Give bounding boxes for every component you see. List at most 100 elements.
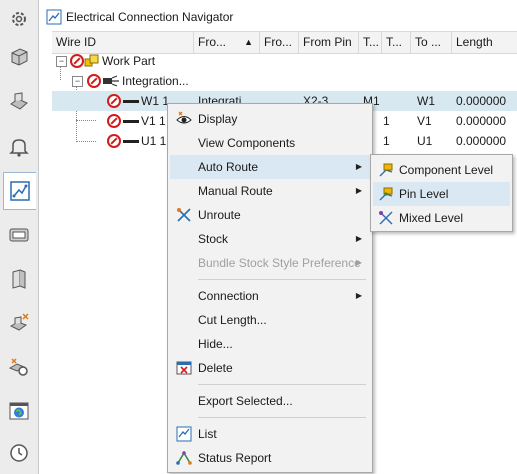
menu-item-connection[interactable]: Connection ▶ xyxy=(170,284,370,308)
resource-bar xyxy=(0,0,39,474)
menu-item-display[interactable]: Display xyxy=(170,107,370,131)
submenu-item-label: Pin Level xyxy=(399,187,449,201)
menu-item-delete[interactable]: Delete xyxy=(170,356,370,380)
no-entry-status-icon xyxy=(107,134,121,148)
to-pin-cell: W1 xyxy=(417,94,435,108)
books-icon[interactable] xyxy=(6,266,32,292)
menu-item-auto-route[interactable]: Auto Route ▶ xyxy=(170,155,370,179)
wire-icon xyxy=(123,100,139,103)
menu-item-label: Unroute xyxy=(198,208,241,222)
column-header-wire-id[interactable]: Wire ID xyxy=(52,32,194,53)
inspect-part-icon[interactable] xyxy=(6,354,32,380)
no-entry-status-icon xyxy=(70,54,84,68)
to-type-cell: 1 xyxy=(383,134,390,148)
menu-item-label: Hide... xyxy=(198,337,233,351)
list-icon xyxy=(176,426,192,442)
context-menu: Display View Components Auto Route ▶ Man… xyxy=(167,103,373,473)
menu-item-status-report[interactable]: Status Report xyxy=(170,446,370,470)
submenu-item-mixed-level[interactable]: Mixed Level xyxy=(373,206,510,230)
menu-separator xyxy=(198,384,366,385)
menu-separator xyxy=(198,279,366,280)
settings-gear-icon[interactable] xyxy=(6,6,32,32)
menu-item-bundle-stock-style-preference: Bundle Stock Style Preference ▶ xyxy=(170,251,370,275)
menu-item-view-components[interactable]: View Components xyxy=(170,131,370,155)
menu-item-hide[interactable]: Hide... xyxy=(170,332,370,356)
status-report-icon xyxy=(176,450,192,466)
column-header-to-component[interactable]: T... xyxy=(382,32,411,53)
menu-item-unroute[interactable]: Unroute xyxy=(170,203,370,227)
component-level-icon xyxy=(378,162,394,178)
menu-item-label: Display xyxy=(198,112,238,126)
wire-id-cell: U1 1 xyxy=(141,134,167,148)
menu-item-label: Export Selected... xyxy=(198,394,293,408)
column-header-from-component-label: Fro... xyxy=(198,35,227,49)
mixed-level-icon xyxy=(378,210,394,226)
bell-icon[interactable] xyxy=(6,134,32,160)
no-entry-status-icon xyxy=(87,74,101,88)
menu-item-label: List xyxy=(198,427,217,441)
web-browser-icon[interactable] xyxy=(6,398,32,424)
menu-item-list[interactable]: List xyxy=(170,422,370,446)
wire-icon xyxy=(123,120,139,123)
component-routing-icon[interactable] xyxy=(6,310,32,336)
navigator-titlebar: Electrical Connection Navigator xyxy=(40,6,517,28)
column-header-to-type[interactable]: T... xyxy=(359,32,382,53)
wire-id-cell: V1 1 xyxy=(141,114,166,128)
clock-history-icon[interactable] xyxy=(6,440,32,466)
eye-icon xyxy=(176,111,192,127)
harness-icon xyxy=(102,74,120,91)
unroute-icon xyxy=(176,207,192,223)
column-header-from-type[interactable]: Fro... xyxy=(260,32,299,53)
connector-icon[interactable] xyxy=(6,222,32,248)
to-pin-cell: V1 xyxy=(417,114,432,128)
submenu-item-label: Component Level xyxy=(399,163,494,177)
navigator-title: Electrical Connection Navigator xyxy=(66,10,234,24)
menu-item-label: Auto Route xyxy=(198,160,259,174)
submenu-arrow-icon: ▶ xyxy=(355,258,362,267)
submenu-item-component-level[interactable]: Component Level xyxy=(373,158,510,182)
assembly-icon xyxy=(84,53,100,72)
tree-node-integration[interactable]: − Integration... xyxy=(52,71,517,91)
submenu-arrow-icon: ▶ xyxy=(355,291,362,300)
submenu-arrow-icon: ▶ xyxy=(355,234,362,243)
column-header-length[interactable]: Length xyxy=(452,32,517,53)
assembly-navigator-icon[interactable] xyxy=(6,44,32,70)
part-navigator-icon[interactable] xyxy=(6,88,32,114)
column-header-from-pin[interactable]: From Pin xyxy=(299,32,359,53)
menu-item-label: Delete xyxy=(198,361,233,375)
menu-item-label: Cut Length... xyxy=(198,313,267,327)
to-type-cell: 1 xyxy=(383,114,390,128)
length-cell: 0.000000 xyxy=(456,114,507,128)
tree-node-label: Work Part xyxy=(102,54,156,68)
wire-id-cell: W1 1 xyxy=(141,94,170,108)
collapse-toggle[interactable]: − xyxy=(72,76,83,87)
pin-level-icon xyxy=(378,186,394,202)
menu-separator xyxy=(198,417,366,418)
menu-item-label: Stock xyxy=(198,232,229,246)
submenu-arrow-icon: ▶ xyxy=(355,186,362,195)
menu-item-label: Connection xyxy=(198,289,259,303)
column-header-to-pin[interactable]: To ... xyxy=(411,32,452,53)
menu-item-label: Bundle Stock Style Preference xyxy=(198,256,361,270)
wire-icon xyxy=(123,140,139,143)
tree-node-label: Integration... xyxy=(122,74,189,88)
menu-item-label: Status Report xyxy=(198,451,272,465)
menu-item-cut-length[interactable]: Cut Length... xyxy=(170,308,370,332)
electrical-connection-navigator-icon[interactable] xyxy=(3,172,36,210)
column-header-from-component[interactable]: Fro... ▲ xyxy=(194,32,260,53)
no-entry-status-icon xyxy=(107,114,121,128)
menu-item-manual-route[interactable]: Manual Route ▶ xyxy=(170,179,370,203)
navigator-title-icon xyxy=(46,9,62,25)
length-cell: 0.000000 xyxy=(456,94,507,108)
submenu-item-pin-level[interactable]: Pin Level xyxy=(373,182,510,206)
collapse-toggle[interactable]: − xyxy=(56,56,67,67)
length-cell: 0.000000 xyxy=(456,134,507,148)
menu-item-export-selected[interactable]: Export Selected... xyxy=(170,389,370,413)
menu-item-label: Manual Route xyxy=(198,184,273,198)
tree-node-work-part[interactable]: − Work Part xyxy=(52,51,517,71)
sort-ascending-icon: ▲ xyxy=(244,37,253,47)
menu-item-stock[interactable]: Stock ▶ xyxy=(170,227,370,251)
submenu-item-label: Mixed Level xyxy=(399,211,464,225)
to-pin-cell: U1 xyxy=(417,134,433,148)
submenu-arrow-icon: ▶ xyxy=(355,162,362,171)
